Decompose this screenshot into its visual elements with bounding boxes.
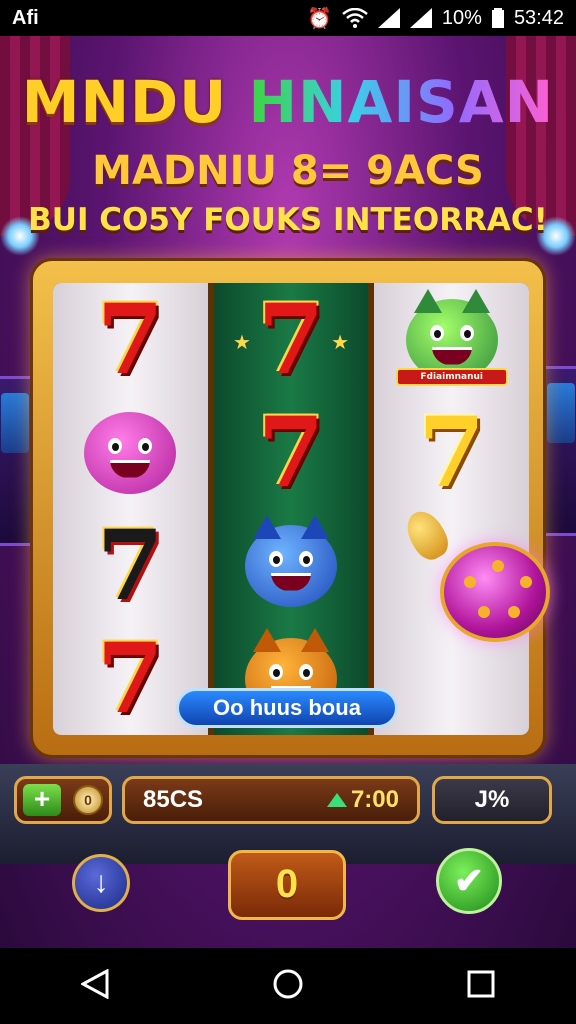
credits-display: 7:00: [326, 786, 399, 814]
badge-banner: Fdiaimnanui: [395, 367, 508, 386]
title-word-1: MNDU: [21, 68, 228, 136]
info-button[interactable]: ↓: [72, 854, 130, 912]
blue-cat-symbol: [231, 514, 351, 616]
green-cat-badge-symbol: Fdiaimnanui: [392, 288, 512, 390]
reel-3: Fdiaimnanui 7: [374, 283, 529, 735]
credits-value: 7:00: [350, 786, 399, 813]
percent-panel[interactable]: J%: [432, 776, 552, 824]
game-tagline: BUI CO5Y FOUKS INTEORRAC!: [28, 202, 548, 238]
seven-dark-symbol: 7: [96, 508, 164, 622]
game-title: MNDU HNAISAN: [0, 68, 576, 136]
bet-adjust-panel: + 0: [14, 776, 112, 824]
home-icon[interactable]: [272, 968, 304, 1004]
gold-seven-symbol: 7: [418, 395, 486, 509]
status-bar: Afi ⏰ 10% 53:42: [0, 0, 576, 36]
bet-label: 85CS: [143, 786, 204, 813]
battery-percent: 10%: [441, 6, 482, 29]
orb-symbol: [392, 629, 512, 729]
reel-frame: 7 7 7 ★ 7 ★ 7 Fdiaimnanui 7: [30, 258, 546, 758]
gem-icon: [326, 793, 347, 807]
alarm-icon: ⏰: [307, 7, 332, 30]
recents-icon[interactable]: [467, 970, 495, 1002]
balance-panel: 85CS 7:00: [122, 776, 420, 824]
wifi-icon: [342, 8, 368, 28]
seven-symbol: 7: [96, 621, 164, 735]
confirm-button[interactable]: ✔: [436, 848, 502, 914]
seven-symbol: ★ 7 ★: [233, 283, 349, 396]
spin-button[interactable]: 0: [228, 850, 346, 920]
check-icon: ✔: [453, 860, 485, 901]
game-subtitle: MADNIU 8= 9ACS: [92, 148, 484, 194]
title-word-2: HNAISAN: [248, 68, 555, 136]
reel-2: ★ 7 ★ 7: [213, 283, 369, 735]
orb-icon: [440, 542, 550, 642]
reel-1: 7 7 7: [53, 283, 208, 735]
status-icons: ⏰ 10% 53:42: [307, 6, 564, 31]
signal-icon: [377, 8, 400, 28]
seven-symbol: 7: [96, 283, 164, 396]
info-pill-button[interactable]: Oo huus boua: [176, 688, 398, 728]
coin-button[interactable]: 0: [73, 785, 103, 815]
back-icon[interactable]: [80, 968, 109, 1003]
percent-value: J%: [474, 786, 510, 813]
status-carrier: Afi: [12, 6, 39, 29]
info-icon: ↓: [93, 866, 109, 899]
reels: 7 7 7 ★ 7 ★ 7 Fdiaimnanui 7: [53, 283, 529, 735]
pink-creature-symbol: [70, 403, 190, 503]
clock: 53:42: [513, 6, 564, 29]
plus-button[interactable]: +: [23, 784, 61, 816]
navigation-bar: [0, 948, 576, 1024]
signal-icon: [409, 8, 432, 28]
seven-symbol: 7: [257, 395, 325, 509]
battery-icon: [491, 8, 504, 28]
